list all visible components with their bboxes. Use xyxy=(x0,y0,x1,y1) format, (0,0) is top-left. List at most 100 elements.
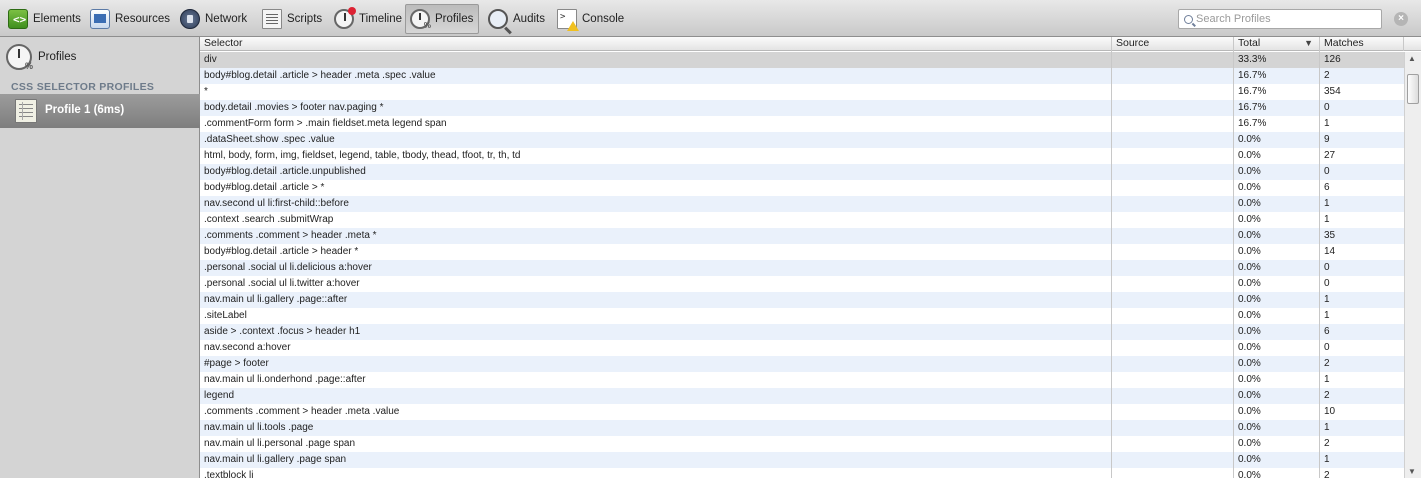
table-row[interactable]: legend 0.0% 2 xyxy=(200,388,1404,404)
source-cell xyxy=(1112,340,1233,356)
profiles-clock-icon: % xyxy=(6,44,33,71)
audits-icon xyxy=(488,9,512,35)
scrollbar-thumb[interactable] xyxy=(1407,74,1419,104)
table-row[interactable]: nav.second ul li:first-child::before 0.0%… xyxy=(200,196,1404,212)
matches-cell: 0 xyxy=(1324,262,1330,273)
table-row[interactable]: nav.main ul li.onderhond .page::after 0.0… xyxy=(200,372,1404,388)
selector-cell: .personal .social ul li.twitter a:hover xyxy=(204,278,360,289)
table-row[interactable]: aside > .context .focus > header h1 0.0% 6 xyxy=(200,324,1404,340)
total-cell: 0.0% xyxy=(1238,246,1261,257)
matches-cell: 9 xyxy=(1324,134,1330,145)
column-header-total[interactable]: Total ▼ xyxy=(1234,37,1320,51)
source-cell xyxy=(1112,260,1233,276)
source-cell xyxy=(1112,308,1233,324)
source-cell xyxy=(1112,276,1233,292)
tab-network[interactable]: Network xyxy=(176,4,251,34)
selector-cell: * xyxy=(204,86,208,97)
tab-console[interactable]: > Console xyxy=(553,4,628,34)
table-row[interactable]: .siteLabel 0.0% 1 xyxy=(200,308,1404,324)
column-header-source[interactable]: Source xyxy=(1112,37,1234,51)
selector-cell: html, body, form, img, fieldset, legend,… xyxy=(204,150,521,161)
selector-cell: nav.main ul li.gallery .page::after xyxy=(204,294,348,305)
total-cell: 16.7% xyxy=(1238,102,1267,113)
total-cell: 0.0% xyxy=(1238,406,1261,417)
matches-cell: 1 xyxy=(1324,294,1330,305)
source-cell xyxy=(1112,100,1233,116)
total-cell: 0.0% xyxy=(1238,294,1261,305)
total-cell: 0.0% xyxy=(1238,422,1261,433)
selector-cell: .commentForm form > .main fieldset.meta … xyxy=(204,118,447,129)
table-row[interactable]: nav.main ul li.tools .page 0.0% 1 xyxy=(200,420,1404,436)
resources-icon xyxy=(90,9,110,29)
table-row[interactable]: nav.main ul li.gallery .page span 0.0% 1 xyxy=(200,452,1404,468)
selector-cell: nav.second a:hover xyxy=(204,342,291,353)
selector-cell: .personal .social ul li.delicious a:hove… xyxy=(204,262,372,273)
matches-cell: 1 xyxy=(1324,374,1330,385)
table-row[interactable]: body.detail .movies > footer nav.paging … xyxy=(200,100,1404,116)
source-cell xyxy=(1112,84,1233,100)
tab-resources[interactable]: Resources xyxy=(86,4,174,34)
table-row[interactable]: .dataSheet.show .spec .value 0.0% 9 xyxy=(200,132,1404,148)
matches-cell: 2 xyxy=(1324,438,1330,449)
source-cell xyxy=(1112,452,1233,468)
tab-scripts[interactable]: Scripts xyxy=(258,4,326,34)
table-row[interactable]: body#blog.detail .article.unpublished 0.0… xyxy=(200,164,1404,180)
total-cell: 0.0% xyxy=(1238,454,1261,465)
total-cell: 0.0% xyxy=(1238,134,1261,145)
selector-cell: div xyxy=(204,54,217,65)
table-row[interactable]: div 33.3% 126 xyxy=(200,52,1404,68)
table-row[interactable]: .personal .social ul li.twitter a:hover 0… xyxy=(200,276,1404,292)
table-row[interactable]: * 16.7% 354 xyxy=(200,84,1404,100)
total-cell: 16.7% xyxy=(1238,86,1267,97)
search-box[interactable] xyxy=(1178,9,1382,29)
matches-cell: 14 xyxy=(1324,246,1336,257)
grid-header: Selector Source Total ▼ Matches xyxy=(200,37,1421,51)
matches-cell: 1 xyxy=(1324,214,1330,225)
profiles-icon: % xyxy=(410,9,431,30)
source-cell xyxy=(1112,212,1233,228)
toolbar: <> Elements Resources Network Scripts Ti… xyxy=(0,0,1421,37)
tab-timeline[interactable]: Timeline xyxy=(330,4,406,34)
search-input[interactable] xyxy=(1196,13,1371,25)
table-row[interactable]: .context .search .submitWrap 0.0% 1 xyxy=(200,212,1404,228)
column-header-matches[interactable]: Matches xyxy=(1320,37,1404,51)
table-row[interactable]: body#blog.detail .article > header * 0.0%… xyxy=(200,244,1404,260)
table-row[interactable]: #page > footer 0.0% 2 xyxy=(200,356,1404,372)
total-cell: 0.0% xyxy=(1238,198,1261,209)
table-row[interactable]: body#blog.detail .article > header .meta… xyxy=(200,68,1404,84)
matches-cell: 354 xyxy=(1324,86,1341,97)
table-row[interactable]: body#blog.detail .article > * 0.0% 6 xyxy=(200,180,1404,196)
grid-body: div 33.3% 126 body#blog.detail .article > h… xyxy=(200,52,1404,478)
tab-profiles[interactable]: % Profiles xyxy=(405,4,479,34)
sidebar-title[interactable]: % Profiles xyxy=(6,40,76,74)
table-row[interactable]: nav.second a:hover 0.0% 0 xyxy=(200,340,1404,356)
table-row[interactable]: nav.main ul li.gallery .page::after 0.0% 1 xyxy=(200,292,1404,308)
matches-cell: 2 xyxy=(1324,470,1330,478)
close-icon[interactable]: × xyxy=(1394,12,1408,26)
selector-cell: body.detail .movies > footer nav.paging … xyxy=(204,102,384,113)
source-cell xyxy=(1112,164,1233,180)
table-row[interactable]: html, body, form, img, fieldset, legend,… xyxy=(200,148,1404,164)
table-row[interactable]: .textblock li 0.0% 2 xyxy=(200,468,1404,478)
matches-cell: 0 xyxy=(1324,102,1330,113)
scroll-down-icon[interactable]: ▼ xyxy=(1408,467,1416,476)
table-row[interactable]: nav.main ul li.personal .page span 0.0% 2 xyxy=(200,436,1404,452)
total-cell: 16.7% xyxy=(1238,118,1267,129)
table-row[interactable]: .comments .comment > header .meta .value… xyxy=(200,404,1404,420)
table-row[interactable]: .comments .comment > header .meta * 0.0% 3… xyxy=(200,228,1404,244)
table-row[interactable]: .personal .social ul li.delicious a:hove… xyxy=(200,260,1404,276)
column-header-selector[interactable]: Selector xyxy=(200,37,1112,51)
table-row[interactable]: .commentForm form > .main fieldset.meta … xyxy=(200,116,1404,132)
source-cell xyxy=(1112,180,1233,196)
source-cell xyxy=(1112,52,1233,68)
tab-audits[interactable]: Audits xyxy=(484,4,549,35)
sidebar-item-profile-1[interactable]: Profile 1 (6ms) xyxy=(0,94,200,128)
source-cell xyxy=(1112,468,1233,478)
column-header-total-label: Total xyxy=(1238,37,1261,49)
scroll-up-icon[interactable]: ▲ xyxy=(1408,54,1416,63)
selector-cell: .dataSheet.show .spec .value xyxy=(204,134,335,145)
vertical-scrollbar[interactable]: ▲ ▼ xyxy=(1404,52,1421,478)
matches-cell: 1 xyxy=(1324,198,1330,209)
source-cell xyxy=(1112,196,1233,212)
tab-elements[interactable]: <> Elements xyxy=(4,4,85,34)
